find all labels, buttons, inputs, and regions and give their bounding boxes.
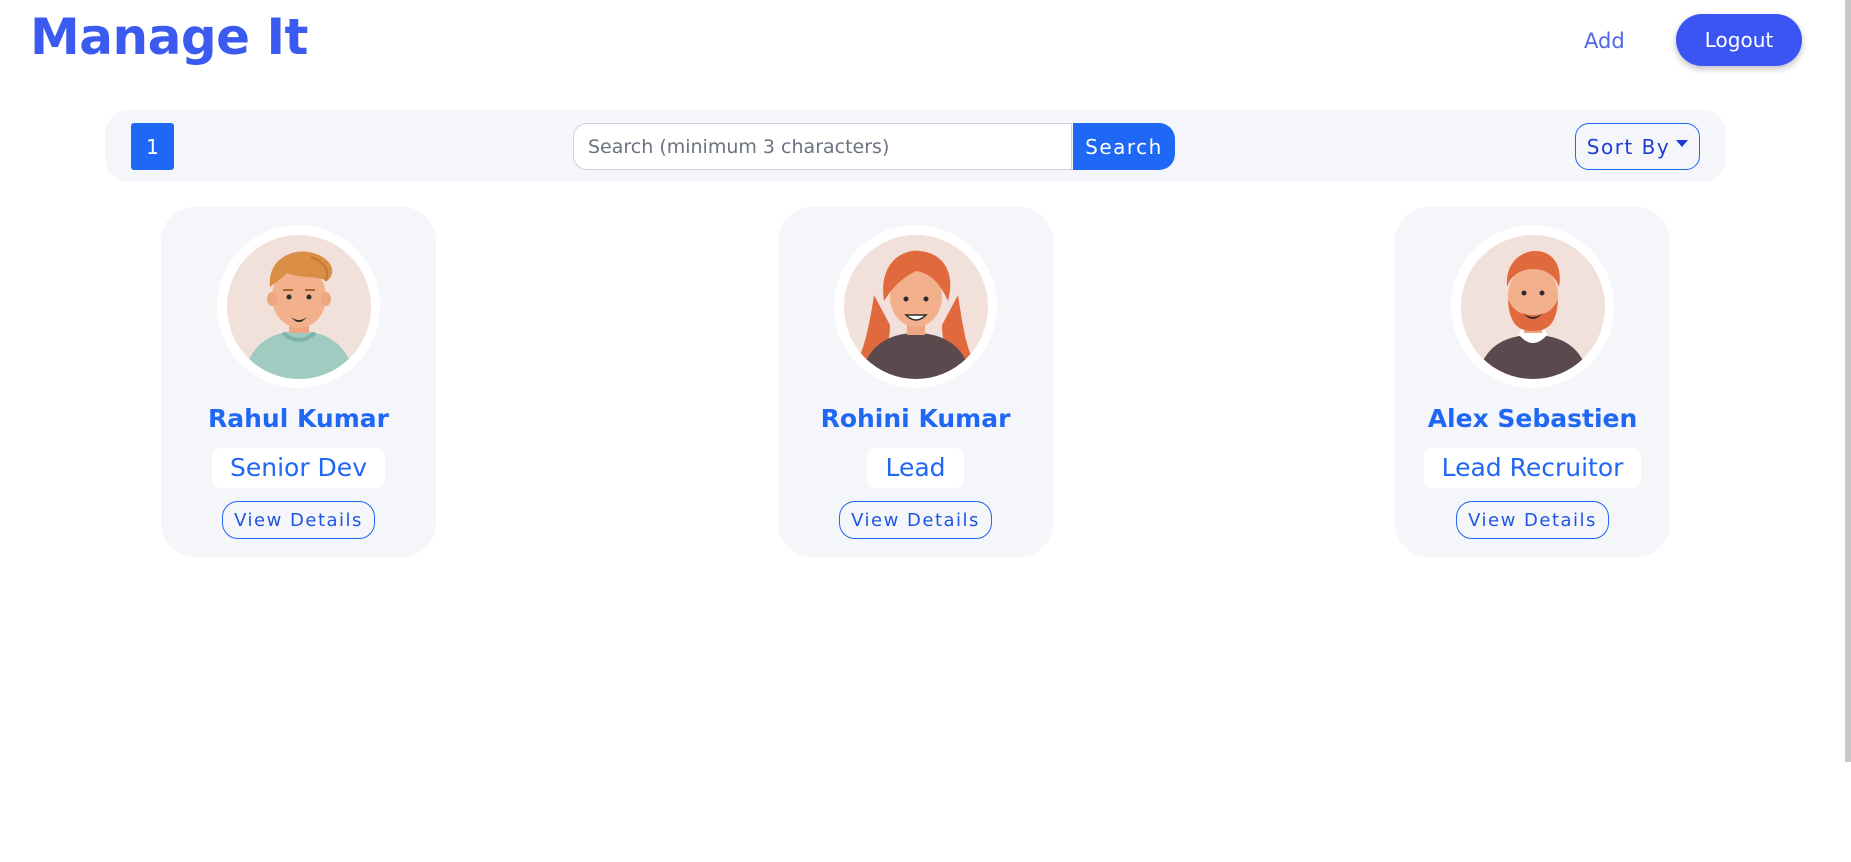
avatar-ring [217,225,380,388]
view-details-button[interactable]: View Details [1456,501,1609,539]
toolbar: 1 Search Sort By [105,110,1726,182]
page-number-button[interactable]: 1 [131,123,174,170]
avatar-ring [834,225,997,388]
sort-by-label: Sort By [1586,134,1671,159]
employee-card: Rahul Kumar Senior Dev View Details [161,207,436,557]
employee-role: Lead Recruitor [1423,448,1642,488]
caret-down-icon [1676,140,1689,147]
avatar-ring [1451,225,1614,388]
employee-role: Lead [867,448,964,488]
young-man-avatar [226,234,371,379]
red-haired-woman-avatar [843,234,988,379]
employee-card: Rohini Kumar Lead View Details [778,207,1053,557]
search-button[interactable]: Search [1073,123,1175,170]
add-link[interactable]: Add [1584,25,1625,57]
employee-name: Rohini Kumar [820,404,1011,433]
app-logo-title: Manage It [30,8,308,66]
page-scrollbar[interactable] [1845,0,1851,762]
bearded-man-avatar [1460,234,1605,379]
search-input[interactable] [573,123,1072,170]
employee-name: Alex Sebastien [1427,404,1638,433]
sort-by-dropdown[interactable]: Sort By [1575,123,1700,170]
employee-role: Senior Dev [212,448,385,488]
employee-name: Rahul Kumar [208,404,389,433]
logout-button[interactable]: Logout [1676,14,1802,66]
employee-card: Alex Sebastien Lead Recruitor View Detai… [1395,207,1670,557]
view-details-button[interactable]: View Details [222,501,375,539]
view-details-button[interactable]: View Details [839,501,992,539]
